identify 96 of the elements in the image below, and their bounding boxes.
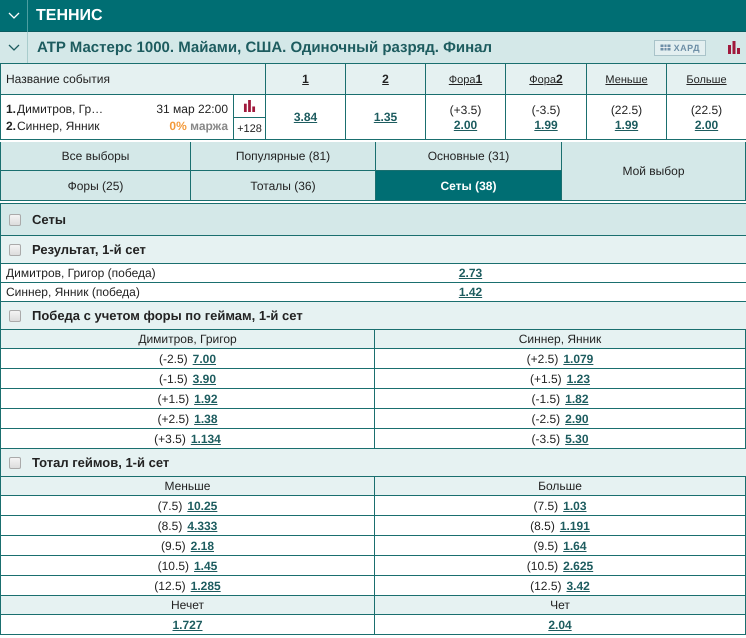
odds-link[interactable]: 1.38 — [194, 412, 218, 426]
more-markets-count[interactable]: +128 — [234, 118, 265, 139]
odds-link[interactable]: 2.00 — [454, 118, 478, 132]
handicap-line: (8.5) — [530, 518, 555, 532]
column-header: Название события — [1, 64, 266, 95]
handicap-line: (-1.5) — [531, 392, 560, 406]
odds-link[interactable]: 1.82 — [565, 392, 589, 406]
outcome-name: Синнер, Янник (победа) — [5, 285, 141, 299]
column-header[interactable]: 2 — [382, 72, 389, 86]
column-header[interactable]: Фора2 — [529, 72, 563, 86]
handicap-line: (-1.5) — [158, 372, 188, 386]
odds-link[interactable]: 1.079 — [563, 352, 594, 366]
section-title: Тотал геймов, 1-й сет — [32, 455, 170, 470]
odds-link[interactable]: 2.90 — [565, 412, 589, 426]
odds-link[interactable]: 3.42 — [566, 578, 590, 592]
margin-label: маржа — [190, 118, 228, 132]
handicap-line: (12.5) — [530, 578, 562, 592]
column-header: Чет — [550, 598, 570, 612]
handicap-line: (+2.5) — [157, 412, 190, 426]
chevron-icon — [8, 44, 20, 52]
odds-link[interactable]: 1.35 — [374, 110, 398, 124]
section-title: Победа с учетом форы по геймам, 1-й сет — [32, 308, 303, 323]
bar-chart-icon[interactable] — [727, 41, 741, 54]
odds-link[interactable]: 1.03 — [563, 498, 587, 512]
market-tab[interactable]: Тоталы (36) — [191, 171, 376, 201]
odds-link[interactable]: 4.333 — [187, 518, 218, 532]
odds-link[interactable]: 5.30 — [565, 432, 589, 446]
odds-link[interactable]: 1.92 — [194, 392, 218, 406]
event-time: 31 мар 22:00 — [156, 102, 228, 116]
odds-link[interactable]: 2.04 — [548, 618, 572, 632]
handicap-line: (+3.5) — [154, 432, 186, 446]
column-header[interactable]: 1 — [302, 72, 309, 86]
column-header: Синнер, Янник — [518, 332, 602, 346]
odds-link[interactable]: 10.25 — [187, 498, 218, 512]
odds-link[interactable]: 7.00 — [192, 352, 216, 366]
odds-link[interactable]: 2.18 — [190, 538, 214, 552]
checkbox[interactable] — [9, 310, 21, 322]
odds-link[interactable]: 1.45 — [194, 558, 218, 572]
handicap-line: (8.5) — [158, 518, 182, 532]
odds-link[interactable]: 1.99 — [614, 118, 638, 132]
odds-link[interactable]: 1.23 — [566, 372, 590, 386]
handicap-line: (22.5) — [610, 102, 642, 116]
team-name[interactable]: 2.Синнер, Янник — [6, 118, 104, 132]
market-tab[interactable]: Сеты (38) — [376, 171, 562, 201]
column-header: Больше — [538, 479, 582, 493]
handicap-line: (+2.5) — [526, 352, 558, 366]
team-name[interactable]: 1.Димитров, Гр… — [6, 102, 104, 116]
handicap-line: (9.5) — [160, 538, 186, 552]
handicap-line: (9.5) — [533, 538, 558, 552]
handicap-line: (-2.5) — [158, 352, 188, 366]
odds-link[interactable]: 1.134 — [190, 432, 221, 446]
market-tab[interactable]: Популярные (81) — [191, 142, 376, 171]
column-header: Димитров, Григор — [138, 332, 237, 346]
surface-badge: ХАРД — [654, 40, 706, 56]
handicap-line: (-2.5) — [531, 412, 560, 426]
odds-link[interactable]: 1.191 — [560, 518, 590, 532]
odds-link[interactable]: 1.285 — [190, 578, 221, 592]
court-icon — [660, 44, 671, 51]
bar-chart-icon[interactable] — [243, 100, 256, 112]
market-tab[interactable]: Все выборы — [1, 142, 191, 171]
market-tab[interactable]: Мой выбор — [562, 142, 746, 201]
odds-link[interactable]: 3.90 — [192, 372, 216, 386]
handicap-line: (12.5) — [154, 578, 186, 592]
checkbox[interactable] — [9, 214, 21, 226]
odds-link[interactable]: 1.99 — [534, 118, 558, 132]
handicap-line: (10.5) — [158, 558, 189, 572]
handicap-line: (7.5) — [533, 498, 558, 512]
odds-link[interactable]: 3.84 — [294, 110, 318, 124]
margin-value: 0% — [169, 118, 187, 132]
handicap-line: (-3.5) — [531, 432, 560, 446]
market-tab[interactable]: Форы (25) — [1, 171, 191, 201]
section-title: Результат, 1-й сет — [32, 242, 146, 257]
odds-link[interactable]: 1.64 — [563, 538, 587, 552]
odds-link[interactable]: 2.625 — [563, 558, 594, 572]
handicap-line: (+3.5) — [450, 102, 482, 116]
odds-link[interactable]: 1.727 — [172, 618, 203, 632]
handicap-line: (10.5) — [526, 558, 558, 572]
odds-link[interactable]: 1.42 — [458, 285, 482, 299]
column-header: Нечет — [171, 598, 204, 612]
section-title: Сеты — [32, 212, 66, 227]
handicap-line: (-3.5) — [532, 102, 560, 116]
column-header: Меньше — [164, 479, 210, 493]
event-title: ATP Мастерс 1000. Майами, США. Одиночный разряд. Финал — [37, 39, 494, 56]
sport-title: ТЕННИС — [36, 6, 103, 24]
handicap-line: (+1.5) — [157, 392, 190, 406]
handicap-line: (22.5) — [690, 102, 722, 116]
odds-link[interactable]: 2.73 — [458, 266, 482, 280]
market-tab[interactable]: Основные (31) — [376, 142, 562, 171]
column-header[interactable]: Фора1 — [448, 72, 482, 86]
handicap-line: (+1.5) — [530, 372, 562, 386]
handicap-line: (7.5) — [158, 498, 182, 512]
chevron-icon — [8, 12, 20, 20]
outcome-name: Димитров, Григор (победа) — [5, 266, 157, 280]
odds-link[interactable]: 2.00 — [694, 118, 718, 132]
checkbox[interactable] — [9, 456, 21, 468]
checkbox[interactable] — [9, 244, 21, 256]
